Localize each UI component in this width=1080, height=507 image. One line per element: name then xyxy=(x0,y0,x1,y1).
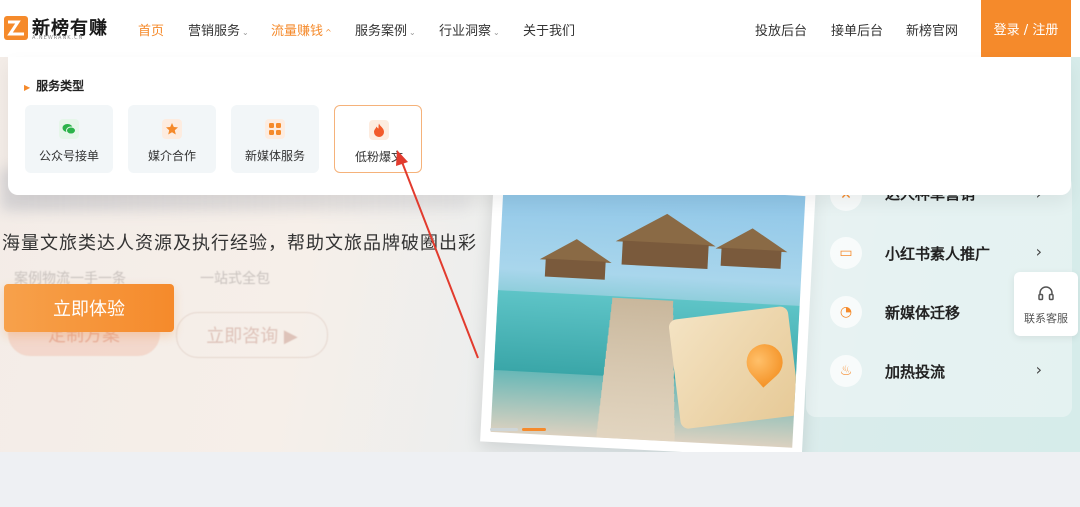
page-section-bottom xyxy=(0,452,1080,507)
triangle-right-icon: ▶ xyxy=(24,83,31,92)
side-item-xiaohongshu[interactable]: ▭ 小红书素人推广 › xyxy=(826,233,1056,273)
traffic-earnings-dropdown: ▶ 服务类型 公众号接单 媒介合作 新媒体服务 低粉爆文 xyxy=(8,57,1071,195)
logo-subtext: A.NEWRANK.CN xyxy=(32,35,84,41)
service-media-cooperation[interactable]: 媒介合作 xyxy=(128,105,216,173)
chevron-up-icon: ^ xyxy=(325,28,332,37)
nav-industry-insights[interactable]: 行业洞察 ⌄ xyxy=(439,20,500,39)
wechat-icon xyxy=(59,119,79,139)
side-item-boost[interactable]: ♨ 加热投流 › xyxy=(826,351,1056,391)
hero-subtitle: 海量文旅类达人资源及执行经验，帮助文旅品牌破圈出彩 xyxy=(2,233,477,254)
headset-icon xyxy=(1038,286,1054,301)
travel-photo-card xyxy=(480,169,816,452)
nav-home[interactable]: 首页 xyxy=(138,20,164,39)
consult-button[interactable]: 立即咨询 ▶ xyxy=(176,312,328,358)
link-order-backend[interactable]: 接单后台 xyxy=(831,20,883,39)
logo-mark-icon xyxy=(4,16,28,40)
grid-icon xyxy=(265,119,285,139)
link-official-site[interactable]: 新榜官网 xyxy=(906,20,958,39)
nav-about-us[interactable]: 关于我们 xyxy=(523,20,575,39)
clock-icon: ◔ xyxy=(830,296,862,328)
chevron-right-icon: › xyxy=(1035,242,1042,261)
nav-marketing-services[interactable]: 营销服务 ⌄ xyxy=(188,20,249,39)
top-navigation-bar: 新榜有赚 A.NEWRANK.CN 首页 营销服务 ⌄ 流量赚钱 ^ 服务案例 ⌄ 行… xyxy=(0,0,1080,57)
flame-icon: ♨ xyxy=(830,355,862,387)
chat-icon: ▭ xyxy=(830,237,862,269)
service-low-follower-viral[interactable]: 低粉爆文 xyxy=(334,105,422,173)
carousel-indicator[interactable] xyxy=(490,428,550,432)
link-ad-backend[interactable]: 投放后台 xyxy=(755,20,807,39)
star-icon xyxy=(162,119,182,139)
hero-feature-line-2: 一站式全包 xyxy=(200,271,270,287)
login-register-button[interactable]: 登录 / 注册 xyxy=(981,0,1071,57)
contact-service-button[interactable]: 联系客服 xyxy=(1014,272,1078,336)
chevron-down-icon: ⌄ xyxy=(493,28,500,37)
nav-service-cases[interactable]: 服务案例 ⌄ xyxy=(355,20,416,39)
nav-traffic-earnings[interactable]: 流量赚钱 ^ xyxy=(271,20,332,39)
chevron-down-icon: ⌄ xyxy=(409,28,416,37)
fire-icon xyxy=(369,120,389,140)
service-type-heading: ▶ 服务类型 xyxy=(24,79,85,93)
travel-photo xyxy=(490,180,806,448)
service-wechat-orders[interactable]: 公众号接单 xyxy=(25,105,113,173)
service-new-media[interactable]: 新媒体服务 xyxy=(231,105,319,173)
chevron-down-icon: ⌄ xyxy=(242,28,249,37)
chevron-right-icon: › xyxy=(1035,360,1042,379)
try-now-button[interactable]: 立即体验 xyxy=(4,284,174,332)
